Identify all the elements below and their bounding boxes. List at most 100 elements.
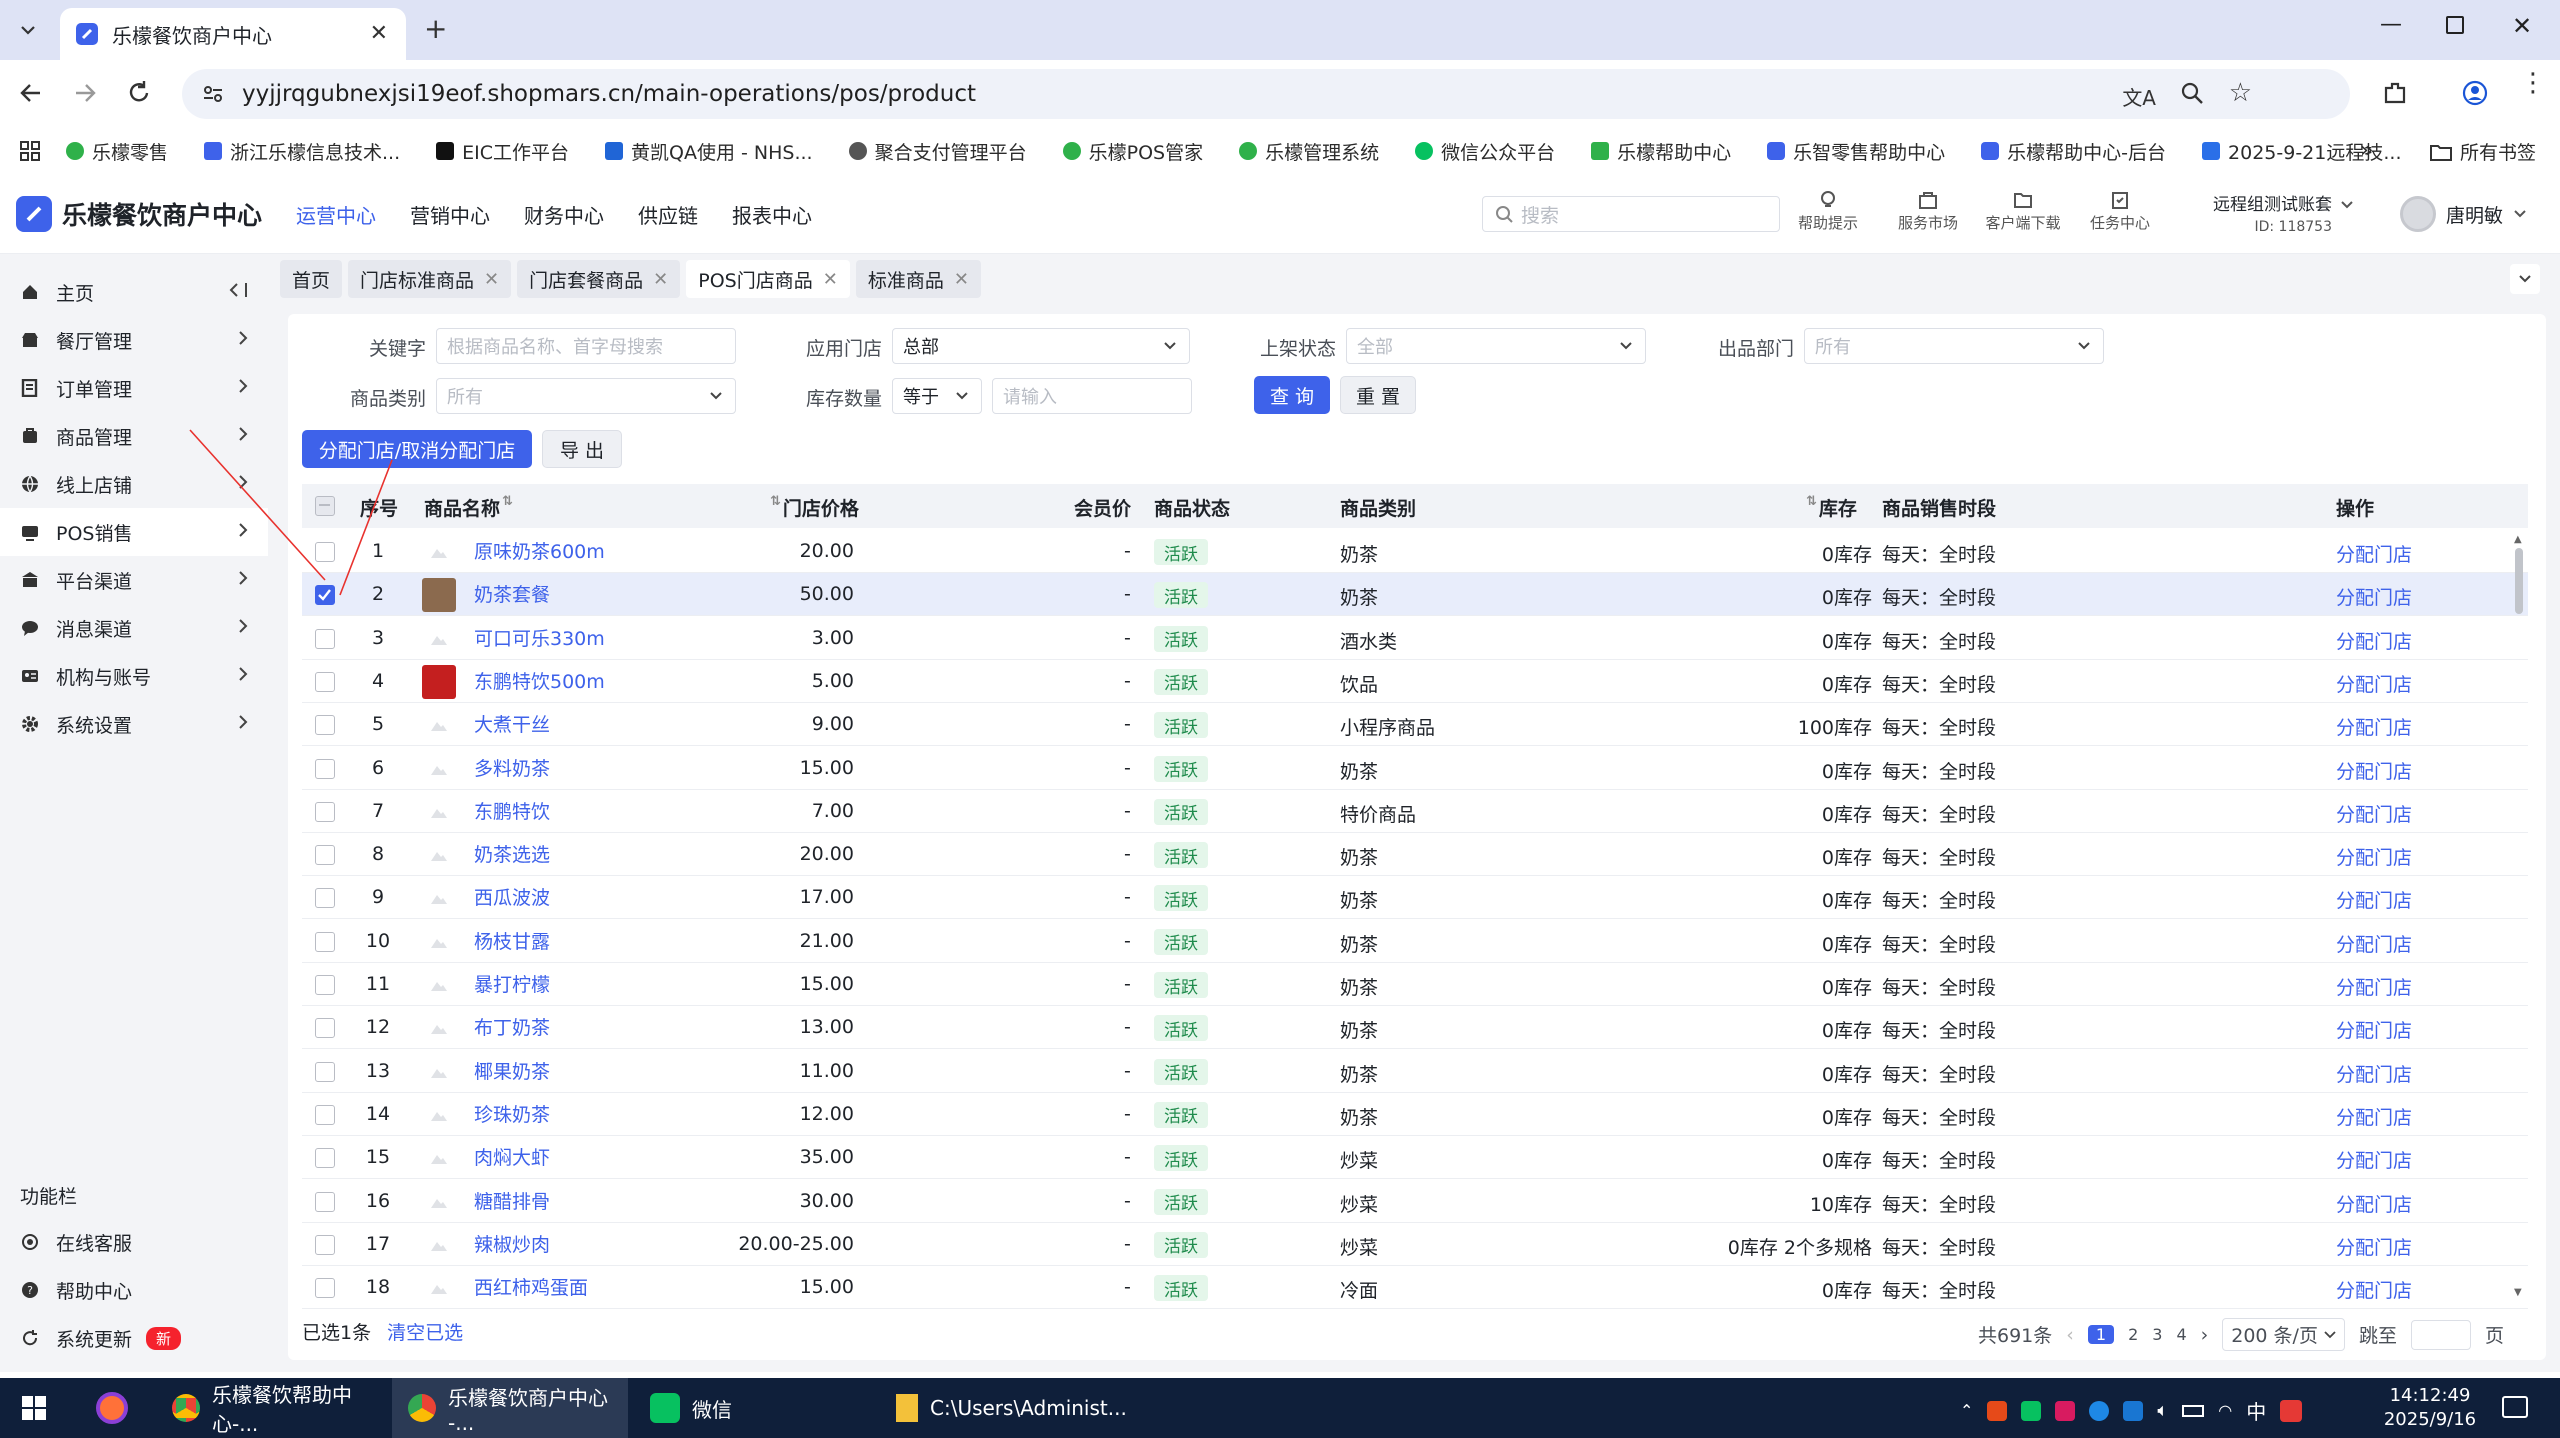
tab-home[interactable]: 首页 (280, 260, 343, 298)
tab-list-button[interactable] (14, 16, 42, 44)
table-row[interactable]: 5 大煮干丝 9.00 - 活跃 小程序商品 100库存 每天：全时段 分配门店 (302, 703, 2528, 747)
minimize-button[interactable]: — (2380, 12, 2402, 37)
reload-icon[interactable] (126, 80, 152, 106)
taskbar-wechat[interactable]: 微信 (634, 1378, 864, 1438)
topnav-marketing[interactable]: 营销中心 (410, 200, 490, 229)
sidebar-item-home[interactable]: 主页 (0, 268, 268, 316)
sidebar-item-help-center[interactable]: ? 帮助中心 (0, 1266, 268, 1314)
bookmark-item[interactable]: EIC工作平台 (436, 138, 569, 165)
new-tab-button[interactable]: + (424, 12, 447, 45)
assign-store-link[interactable]: 分配门店 (2336, 540, 2412, 567)
tray-app-icon[interactable] (2055, 1400, 2076, 1421)
table-scrollbar[interactable]: ▲ ▼ (2514, 534, 2524, 1298)
tool-client-download[interactable]: 客户端下载 (1978, 190, 2068, 233)
row-checkbox[interactable] (315, 1234, 335, 1255)
query-button[interactable]: 查 询 (1254, 376, 1330, 414)
topnav-reports[interactable]: 报表中心 (732, 200, 812, 229)
tray-app-icon[interactable] (2123, 1400, 2144, 1421)
row-checkbox[interactable] (315, 1061, 335, 1082)
table-row[interactable]: 14 珍珠奶茶 12.00 - 活跃 奶茶 0库存 每天：全时段 分配门店 (302, 1093, 2528, 1136)
sidebar-item-restaurant[interactable]: 餐厅管理 (0, 316, 268, 364)
product-name-link[interactable]: 椰果奶茶 (474, 1057, 550, 1084)
bookmark-star-icon[interactable]: ☆ (2229, 78, 2252, 108)
windows-start-icon[interactable] (22, 1396, 46, 1420)
row-checkbox[interactable] (315, 801, 335, 822)
product-name-link[interactable]: 多料奶茶 (474, 754, 550, 781)
product-name-link[interactable]: 大煮干丝 (474, 710, 550, 737)
tool-help-tips[interactable]: 帮助提示 (1796, 190, 1860, 233)
assign-store-link[interactable]: 分配门店 (2336, 1233, 2412, 1260)
close-icon[interactable]: ✕ (823, 269, 838, 290)
product-name-link[interactable]: 东鹏特饮500m (474, 667, 605, 694)
row-checkbox[interactable] (315, 1148, 335, 1169)
product-name-link[interactable]: 杨枝甘露 (474, 927, 550, 954)
row-checkbox[interactable] (315, 671, 335, 692)
taskbar-chrome-merchant[interactable]: 乐檬餐饮商户中心 -... (392, 1378, 628, 1438)
row-checkbox[interactable] (315, 975, 335, 995)
col-stock[interactable]: ⇅ 库存 (1806, 494, 1857, 521)
table-row[interactable]: 3 可口可乐330m 3.00 - 活跃 酒水类 0库存 每天：全时段 分配门店 (302, 617, 2528, 660)
assign-store-link[interactable]: 分配门店 (2336, 583, 2412, 610)
stock-operator-select[interactable]: 等于 (892, 378, 982, 414)
row-checkbox[interactable] (315, 888, 335, 909)
product-name-link[interactable]: 西瓜波波 (474, 883, 550, 910)
back-icon[interactable] (18, 80, 44, 106)
row-checkbox[interactable] (315, 1191, 335, 1212)
topnav-supply[interactable]: 供应链 (638, 200, 698, 229)
ime-indicator[interactable]: 中 (2246, 1396, 2266, 1425)
export-button[interactable]: 导 出 (542, 430, 622, 468)
taskbar-explorer[interactable]: C:\Users\Administ... (880, 1378, 1140, 1438)
page-2[interactable]: 2 (2128, 1325, 2138, 1344)
bookmark-item[interactable]: 微信公众平台 (1415, 138, 1555, 165)
tool-service-market[interactable]: 服务市场 (1892, 190, 1964, 233)
page-3[interactable]: 3 (2152, 1325, 2162, 1344)
page-size-select[interactable]: 200 条/页 (2222, 1318, 2345, 1351)
table-row[interactable]: 18 西红柿鸡蛋面 15.00 - 活跃 冷面 0库存 每天：全时段 分配门店 (302, 1266, 2528, 1310)
user-menu[interactable]: 唐明敏 (2400, 196, 2527, 232)
product-name-link[interactable]: 布丁奶茶 (474, 1013, 550, 1040)
row-checkbox[interactable] (315, 1018, 335, 1039)
extensions-icon[interactable] (2382, 80, 2408, 106)
assign-store-link[interactable]: 分配门店 (2336, 757, 2412, 784)
site-info-icon[interactable] (202, 83, 224, 105)
product-name-link[interactable]: 肉焖大虾 (474, 1143, 550, 1170)
product-name-link[interactable]: 珍珠奶茶 (474, 1100, 550, 1127)
assign-store-link[interactable]: 分配门店 (2336, 1146, 2412, 1173)
table-row[interactable]: 7 东鹏特饮 7.00 - 活跃 特价商品 0库存 每天：全时段 分配门店 (302, 790, 2528, 833)
zoom-icon[interactable] (2180, 81, 2204, 105)
bookmark-item[interactable]: 乐檬帮助中心-后台 (1981, 138, 2166, 165)
tab-store-combo-products[interactable]: 门店套餐商品 ✕ (517, 260, 681, 298)
sidebar-item-system-update[interactable]: 系统更新 新 (0, 1314, 268, 1362)
row-checkbox[interactable] (315, 715, 335, 736)
sidebar-item-orders[interactable]: 订单管理 (0, 364, 268, 412)
table-row[interactable]: 15 肉焖大虾 35.00 - 活跃 炒菜 0库存 每天：全时段 分配门店 (302, 1136, 2528, 1180)
sidebar-item-online-service[interactable]: 在线客服 (0, 1218, 268, 1266)
close-icon[interactable]: ✕ (954, 269, 969, 290)
bookmark-item[interactable]: 乐檬POS管家 (1062, 138, 1203, 165)
tabs-more-button[interactable] (2510, 264, 2540, 294)
bookmark-item[interactable]: 乐智零售帮助中心 (1767, 138, 1945, 165)
col-price[interactable]: ⇅ 门店价格 (770, 494, 859, 521)
tray-app-icon[interactable] (2089, 1400, 2110, 1421)
tray-app-icon[interactable] (2280, 1399, 2303, 1422)
product-name-link[interactable]: 原味奶茶600m (474, 537, 605, 564)
topnav-operations[interactable]: 运营中心 (296, 200, 376, 229)
forward-icon[interactable] (72, 80, 98, 106)
assign-store-link[interactable]: 分配门店 (2336, 886, 2412, 913)
close-icon[interactable]: ✕ (653, 269, 668, 290)
product-name-link[interactable]: 辣椒炒肉 (474, 1230, 550, 1257)
bookmark-item[interactable]: 乐檬管理系统 (1239, 138, 1379, 165)
app-logo[interactable]: 乐檬餐饮商户中心 (16, 196, 262, 232)
tab-store-standard-products[interactable]: 门店标准商品 ✕ (348, 260, 512, 298)
status-select[interactable]: 全部 (1346, 328, 1646, 364)
assign-store-link[interactable]: 分配门店 (2336, 1016, 2412, 1043)
wifi-icon[interactable]: ◠ (2218, 1401, 2232, 1420)
row-checkbox[interactable] (315, 845, 335, 866)
product-name-link[interactable]: 糖醋排骨 (474, 1187, 550, 1214)
product-name-link[interactable]: 奶茶套餐 (474, 580, 550, 607)
app-search-input[interactable]: 搜索 (1482, 196, 1780, 232)
row-checkbox[interactable] (315, 628, 335, 649)
tray-chevron-up-icon[interactable]: ⌃ (1960, 1401, 1973, 1420)
assign-store-link[interactable]: 分配门店 (2336, 1276, 2412, 1303)
firefox-icon[interactable] (96, 1392, 128, 1424)
